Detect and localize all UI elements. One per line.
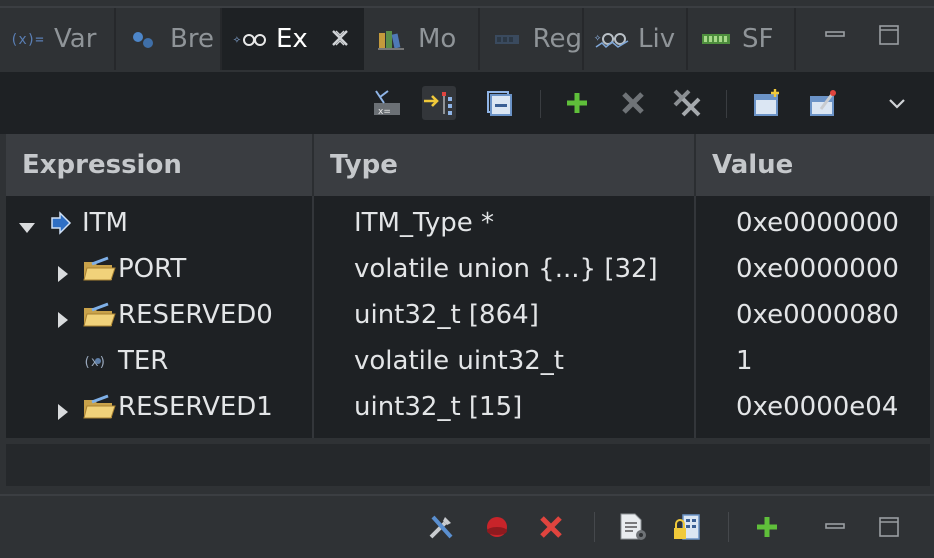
add-icon[interactable]	[750, 510, 784, 544]
view-menu-chevron-down-icon[interactable]	[880, 86, 914, 120]
column-header-value[interactable]: Value	[694, 134, 934, 196]
minimize-icon[interactable]	[824, 24, 846, 46]
table-row[interactable]: RESERVED1 uint32_t [15] 0xe0000e04	[6, 384, 930, 430]
view-toolbar: x=	[0, 72, 934, 134]
column-header-label: Type	[330, 150, 398, 180]
expression-type: ITM_Type *	[354, 208, 494, 238]
table-row[interactable]: (x) TER volatile uint32_t 1	[6, 338, 930, 384]
show-type-names-button[interactable]: x=	[370, 86, 404, 120]
variables-icon: (x)=	[10, 26, 46, 52]
show-logical-structure-button[interactable]	[422, 86, 456, 120]
column-header-expression[interactable]: Expression	[6, 134, 312, 196]
collapse-all-button[interactable]	[482, 86, 516, 120]
expression-type: uint32_t [15]	[354, 392, 523, 422]
live-expressions-icon: ✧	[594, 26, 630, 52]
new-watch-view-button[interactable]	[750, 86, 784, 120]
expression-type: volatile union {...} [32]	[354, 254, 658, 284]
lock-register-icon[interactable]	[670, 510, 704, 544]
minimize-icon[interactable]	[818, 510, 852, 544]
table-row[interactable]: RESERVED0 uint32_t [864] 0xe0000080	[6, 292, 930, 338]
registers-icon	[490, 26, 525, 52]
expression-value[interactable]: 0xe0000080	[736, 292, 899, 338]
document-settings-icon[interactable]	[616, 510, 650, 544]
tab-variables[interactable]: (x)= Var	[0, 8, 116, 70]
tab-sfr[interactable]: SF	[688, 8, 796, 70]
tab-label: Ex	[276, 24, 308, 54]
column-header-label: Value	[712, 150, 794, 180]
svg-text:(x)=: (x)=	[10, 32, 44, 48]
maximize-icon[interactable]	[878, 24, 900, 46]
detail-pane[interactable]	[6, 444, 930, 486]
pointer-icon	[48, 208, 82, 238]
tab-label: Bre	[170, 24, 214, 54]
expression-value[interactable]: 0xe0000000	[736, 200, 899, 246]
tab-live-expressions[interactable]: ✧ Liv	[584, 8, 688, 70]
tools-icon[interactable]	[424, 510, 458, 544]
collapsed-chevron-right-icon[interactable]	[54, 260, 72, 282]
expression-name: ITM	[82, 208, 128, 238]
table-header: Expression Type Value	[6, 134, 934, 196]
tab-breakpoints[interactable]: Bre	[116, 8, 222, 70]
maximize-icon[interactable]	[872, 510, 906, 544]
expressions-icon: ✧	[232, 26, 268, 52]
svg-text:(x): (x)	[83, 355, 106, 370]
expression-value[interactable]: 0xe0000e04	[736, 384, 898, 430]
tab-modules[interactable]: Mo	[364, 8, 480, 70]
sfr-icon	[698, 26, 734, 52]
table-row[interactable]: PORT volatile union {...} [32] 0xe000000…	[6, 246, 930, 292]
terminate-icon[interactable]	[534, 510, 568, 544]
expression-name: RESERVED0	[118, 300, 273, 330]
folder-icon	[82, 300, 116, 330]
expression-value[interactable]: 0xe0000000	[736, 246, 899, 292]
expression-name: TER	[118, 346, 169, 376]
folder-icon	[82, 254, 116, 284]
expression-value[interactable]: 1	[736, 338, 753, 384]
svg-text:x=: x=	[378, 107, 391, 117]
toolbar-separator	[540, 90, 541, 118]
tab-registers[interactable]: Reg	[480, 8, 584, 70]
pin-to-context-button[interactable]	[806, 86, 840, 120]
view-tab-bar: (x)= Var Bre ✧ Ex Mo Reg ✧ Liv SF	[0, 0, 934, 72]
toolbar-separator	[726, 90, 727, 118]
expanded-chevron-down-icon[interactable]	[18, 214, 36, 233]
folder-icon	[82, 392, 116, 422]
tab-expressions[interactable]: ✧ Ex	[222, 8, 364, 70]
expression-name: PORT	[118, 254, 187, 284]
tab-label: Reg	[532, 24, 582, 54]
close-icon[interactable]	[328, 26, 352, 50]
collapsed-chevron-right-icon[interactable]	[54, 306, 72, 328]
modules-icon	[374, 26, 410, 52]
svg-text:✧: ✧	[233, 32, 241, 47]
breakpoint-icon[interactable]	[480, 510, 514, 544]
expression-name: RESERVED1	[118, 392, 273, 422]
expression-type: uint32_t [864]	[354, 300, 539, 330]
expressions-tree: ITM ITM_Type * 0xe0000000 PORT volatile …	[6, 196, 930, 438]
remove-expression-button[interactable]	[616, 86, 650, 120]
add-expression-button[interactable]	[560, 86, 594, 120]
column-header-type[interactable]: Type	[312, 134, 694, 196]
table-row[interactable]: ITM ITM_Type * 0xe0000000	[6, 200, 930, 246]
bottom-toolbar	[0, 494, 934, 558]
bottom-toolbar-border	[0, 494, 934, 496]
remove-all-expressions-button[interactable]	[670, 86, 704, 120]
tab-label: Var	[54, 24, 97, 54]
column-header-label: Expression	[22, 150, 182, 180]
collapsed-chevron-right-icon[interactable]	[54, 398, 72, 420]
svg-text:✧: ✧	[594, 30, 602, 44]
tab-label: SF	[742, 24, 774, 54]
breakpoints-icon	[126, 26, 162, 52]
toolbar-separator	[594, 512, 595, 542]
tab-label: Mo	[418, 24, 457, 54]
expression-type: volatile uint32_t	[354, 346, 565, 376]
field-icon: (x)	[82, 346, 116, 376]
toolbar-separator	[728, 512, 729, 542]
tab-label: Liv	[638, 24, 676, 54]
